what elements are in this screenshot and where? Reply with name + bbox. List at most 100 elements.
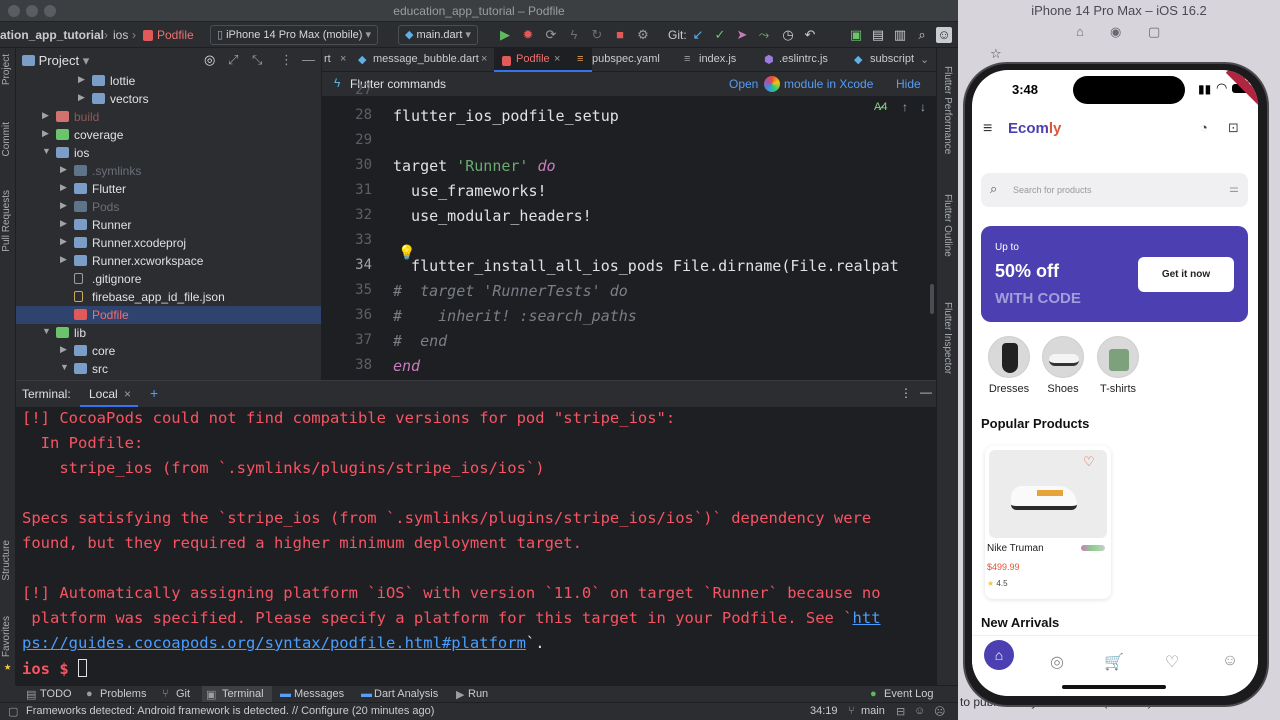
chevron-down-icon[interactable]: ▼	[60, 362, 70, 372]
run-config-selector[interactable]: ◆ main.dart ▾	[398, 25, 478, 45]
tool-git[interactable]: Git	[176, 688, 190, 700]
promo-banner[interactable]: Up to 50% off WITH CODE Get it now	[981, 226, 1248, 322]
git-fetch-icon[interactable]: ↙	[690, 27, 706, 43]
git-branch[interactable]: main	[861, 705, 885, 717]
tool-event-log[interactable]: Event Log	[884, 688, 934, 700]
project-panel-title[interactable]: Project	[39, 53, 79, 68]
tab-subscript[interactable]: subscript	[870, 53, 914, 65]
terminal-icon[interactable]: ▣	[848, 27, 864, 43]
chevron-right-icon[interactable]: ▶	[60, 218, 70, 229]
rotate-icon[interactable]: ▢	[1148, 24, 1160, 40]
tab-message-bubble[interactable]: message_bubble.dart	[373, 53, 479, 65]
tree-item[interactable]: ▶ Pods	[16, 198, 321, 216]
terminal-prompt[interactable]: ★ ios $	[4, 659, 87, 678]
chevron-right-icon[interactable]: ▶	[60, 200, 70, 211]
tree-item[interactable]: ▶ vectors	[16, 90, 321, 108]
run-icon[interactable]: ▶	[497, 27, 513, 43]
attach-icon[interactable]: ⟳	[543, 27, 559, 43]
hot-reload-icon[interactable]: ϟ	[566, 27, 582, 43]
chevron-right-icon[interactable]: ▶	[60, 182, 70, 193]
menu-icon[interactable]: ≡	[983, 120, 992, 138]
breadcrumb-podfile[interactable]: Podfile	[157, 28, 194, 42]
pull-requests-tool-tab[interactable]: Pull Requests	[1, 190, 12, 252]
tab-index-js[interactable]: index.js	[699, 53, 736, 65]
profile-icon[interactable]: ☺	[1220, 652, 1240, 672]
tree-item[interactable]: ▶ core	[16, 342, 321, 360]
cocoapods-link[interactable]: ps://guides.cocoapods.org/syntax/podfile…	[22, 634, 526, 652]
tree-item[interactable]: ▼ src	[16, 360, 321, 378]
git-commit-icon[interactable]: ✓	[712, 27, 728, 43]
wishlist-icon[interactable]: ♡	[1162, 652, 1182, 672]
new-terminal-icon[interactable]: +	[150, 385, 158, 401]
tree-item[interactable]: ▼ ios	[16, 144, 321, 162]
tab-partial[interactable]: rt	[324, 53, 331, 65]
chevron-right-icon[interactable]: ▶	[60, 236, 70, 247]
tabs-dropdown-icon[interactable]: ⌄	[920, 53, 929, 66]
terminal-tab-local[interactable]: Local	[89, 387, 118, 401]
structure-icon[interactable]: ▥	[892, 27, 908, 43]
module-in-xcode-link[interactable]: module in Xcode	[784, 77, 873, 91]
tree-item[interactable]: ▶ Runner	[16, 216, 321, 234]
tree-item[interactable]: ▶ build	[16, 108, 321, 126]
commit-tool-tab[interactable]: Commit	[1, 122, 12, 156]
category-dresses[interactable]: Dresses	[981, 336, 1037, 395]
tool-terminal[interactable]: Terminal	[222, 688, 264, 700]
cart-icon[interactable]: 🛒	[1104, 652, 1124, 672]
hot-restart-icon[interactable]: ↻	[589, 27, 605, 43]
rollback-icon[interactable]: ↶	[802, 27, 818, 43]
device-selector[interactable]: ▯ iPhone 14 Pro Max (mobile) ▾	[210, 25, 379, 45]
screenshot-icon[interactable]: ◉	[1110, 24, 1121, 40]
search-icon[interactable]: ⌕	[914, 27, 930, 43]
project-name[interactable]: ation_app_tutorial	[0, 28, 104, 42]
tool-todo[interactable]: TODO	[40, 688, 72, 700]
tool-run[interactable]: Run	[468, 688, 488, 700]
tree-item[interactable]: .gitignore	[16, 270, 321, 288]
tree-item[interactable]: Podfile	[16, 306, 321, 324]
history-icon[interactable]: ◷	[780, 27, 796, 43]
expand-all-icon[interactable]: ⤢	[228, 52, 238, 68]
tree-item[interactable]: ▶ lottie	[16, 72, 321, 90]
tool-messages[interactable]: Messages	[294, 688, 344, 700]
chevron-right-icon[interactable]: ▶	[60, 164, 70, 175]
debug-icon[interactable]: ✹	[520, 27, 536, 43]
chevron-right-icon[interactable]: ▶	[42, 110, 52, 121]
get-it-now-button[interactable]: Get it now	[1138, 257, 1234, 292]
layout-icon[interactable]: ▤	[870, 27, 886, 43]
git-push-icon[interactable]: ➤	[734, 27, 750, 43]
hide-banner-link[interactable]: Hide	[896, 77, 921, 91]
hide-terminal-icon[interactable]: —	[920, 385, 932, 399]
star-icon[interactable]: ☆	[990, 46, 1002, 62]
project-tool-tab[interactable]: Project	[1, 54, 12, 85]
locate-icon[interactable]: ◎	[204, 52, 215, 68]
scan-icon[interactable]: ⊡	[1228, 120, 1239, 136]
bell-icon[interactable]: ◔	[1200, 120, 1208, 135]
close-icon[interactable]: ×	[481, 53, 487, 65]
chevron-right-icon[interactable]: ▶	[42, 128, 52, 139]
explore-icon[interactable]: ◎	[1047, 652, 1067, 672]
tree-item[interactable]: ▶ .symlinks	[16, 162, 321, 180]
category-shoes[interactable]: Shoes	[1035, 336, 1091, 395]
code-area[interactable]: flutter_ios_podfile_setup target 'Runner'…	[393, 96, 936, 380]
home-icon[interactable]: ⌂	[1076, 24, 1084, 39]
tree-item[interactable]: firebase_app_id_file.json	[16, 288, 321, 306]
structure-tool-tab[interactable]: Structure	[1, 540, 12, 581]
tree-item[interactable]: ▼ lib	[16, 324, 321, 342]
status-message[interactable]: Frameworks detected: Android framework i…	[26, 705, 434, 717]
caret-position[interactable]: 34:19	[810, 705, 838, 717]
cocoapods-link[interactable]: htt	[853, 609, 881, 627]
search-bar[interactable]: ⌕ Search for products ⚌	[981, 173, 1248, 207]
notifications-icon[interactable]: ☹	[934, 705, 945, 718]
open-module-link[interactable]: Open	[729, 77, 758, 91]
home-icon[interactable]: ⌂	[984, 640, 1014, 670]
hide-panel-icon[interactable]: —	[302, 52, 315, 67]
lock-icon[interactable]: ⊟	[896, 705, 905, 718]
chevron-right-icon[interactable]: ▶	[60, 254, 70, 265]
chevron-down-icon[interactable]: ▼	[42, 146, 52, 156]
close-icon[interactable]: ×	[124, 387, 131, 401]
git-branch-icon[interactable]: ⤳	[756, 27, 772, 43]
devtools-icon[interactable]: ⚙	[635, 27, 651, 43]
editor-scrollbar[interactable]	[930, 284, 934, 314]
collapse-all-icon[interactable]: ⤡	[252, 52, 262, 68]
search-input[interactable]: Search for products	[1013, 185, 1092, 195]
favorite-icon[interactable]: ♡	[1083, 454, 1095, 470]
